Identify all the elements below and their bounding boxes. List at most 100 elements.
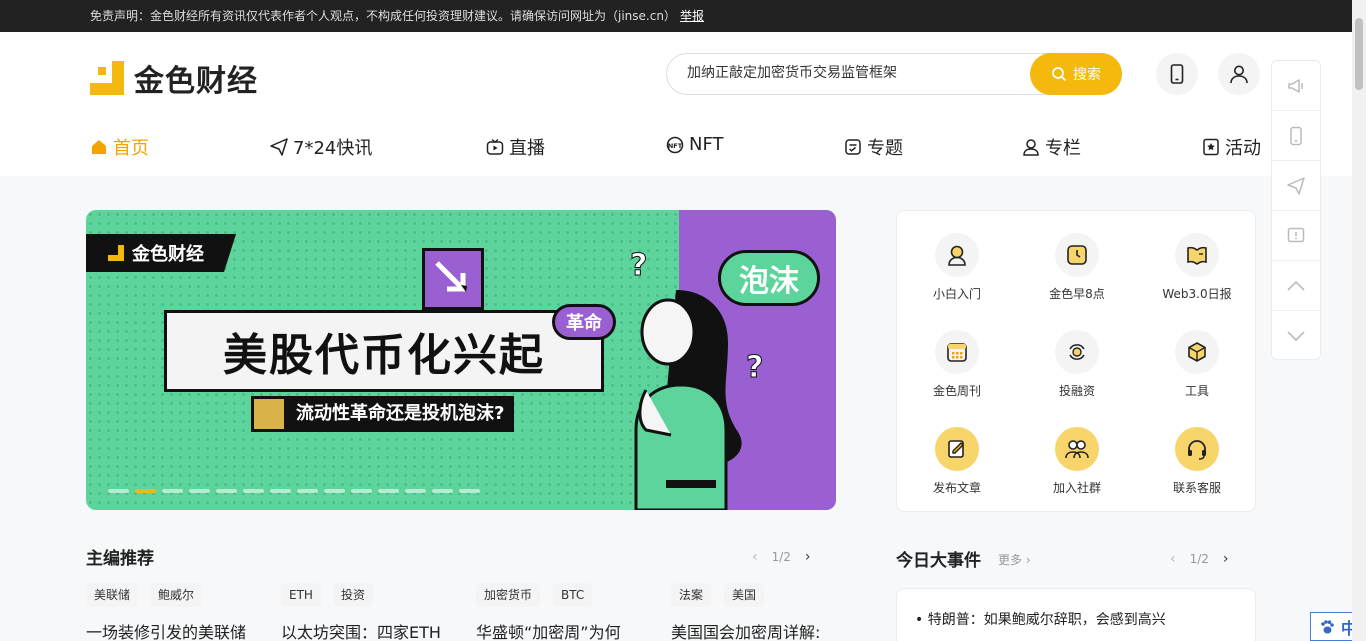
- today-events-title: 今日大事件: [896, 551, 981, 571]
- more-label: 更多: [998, 553, 1023, 567]
- card-tag[interactable]: 加密货币: [476, 583, 541, 607]
- banner-dot[interactable]: [297, 489, 318, 493]
- nav-topics[interactable]: 专题: [844, 134, 903, 160]
- telegram-button[interactable]: [1272, 161, 1320, 211]
- mobile-button[interactable]: [1272, 111, 1320, 161]
- user-login-button[interactable]: [1218, 53, 1260, 95]
- site-header: 金色财经 搜索 首页 7*24快讯 直播 NFT NFT: [0, 32, 1352, 176]
- quick-link-weekly[interactable]: 金色周刊: [907, 330, 1007, 399]
- banner-dot[interactable]: [216, 489, 237, 493]
- home-icon: [92, 140, 106, 154]
- mobile-app-button[interactable]: [1156, 53, 1198, 95]
- quick-link-community[interactable]: 加入社群: [1027, 427, 1127, 496]
- quick-link-investment[interactable]: 投融资: [1027, 330, 1127, 399]
- next-page-button[interactable]: ›: [1223, 551, 1229, 567]
- quick-link-tools[interactable]: 工具: [1147, 330, 1247, 399]
- card-tag[interactable]: 投资: [333, 583, 374, 607]
- floating-toolbar: [1271, 60, 1321, 360]
- banner-dot[interactable]: [243, 489, 264, 493]
- prev-page-button[interactable]: ‹: [1170, 551, 1176, 567]
- logo-text: 金色财经: [134, 64, 258, 99]
- banner-title: 美股代币化兴起: [164, 310, 604, 392]
- banner-gold-block: [251, 396, 287, 432]
- nav-flash-news[interactable]: 7*24快讯: [270, 134, 372, 160]
- banner-dot[interactable]: [432, 489, 453, 493]
- nav-nft[interactable]: NFT NFT: [666, 134, 724, 155]
- search-input[interactable]: [687, 64, 1017, 80]
- hero-banner[interactable]: 金色财经 美股代币化兴起 流动性革命还是投机泡沫? ? ? 泡沫 革命: [86, 210, 836, 510]
- report-link[interactable]: 举报: [680, 9, 704, 23]
- search-button[interactable]: 搜索: [1030, 53, 1122, 95]
- card-tag[interactable]: ETH: [281, 583, 321, 607]
- chevron-down-icon: [1287, 331, 1305, 342]
- card-title[interactable]: 华盛顿“加密周”为何: [476, 619, 621, 641]
- nav-home-label: 首页: [113, 138, 149, 159]
- card-title[interactable]: 美国国会加密周详解:: [671, 619, 820, 641]
- nav-live-label: 直播: [509, 138, 545, 159]
- banner-dot[interactable]: [351, 489, 372, 493]
- nav-columns[interactable]: 专栏: [1022, 134, 1081, 160]
- prev-page-button[interactable]: ‹: [752, 549, 758, 565]
- next-page-button[interactable]: ›: [805, 549, 811, 565]
- send-icon: [1287, 176, 1305, 195]
- card-title[interactable]: 一场装修引发的美联储: [86, 619, 246, 641]
- arrow-box-icon: [422, 248, 484, 310]
- card-tag[interactable]: 美联储: [86, 583, 139, 607]
- event-item[interactable]: • 特朗普：如果鲍威尔辞职，会感到高兴: [915, 609, 1166, 629]
- scrollbar-thumb[interactable]: [1355, 18, 1363, 90]
- quick-link-beginner[interactable]: 小白入门: [907, 233, 1007, 302]
- nav-events[interactable]: 活动: [1202, 134, 1261, 160]
- quick-link-support[interactable]: 联系客服: [1147, 427, 1247, 496]
- quick-link-label: 联系客服: [1172, 481, 1221, 495]
- quick-links-panel: 小白入门 金色早8点 Web3.0日报 金色周刊 投融资 工具 发布文章 加入社…: [896, 210, 1256, 512]
- banner-dot[interactable]: [108, 489, 129, 493]
- card-tag[interactable]: 美国: [724, 583, 765, 607]
- quick-link-morning[interactable]: 金色早8点: [1027, 233, 1127, 302]
- banner-dot[interactable]: [162, 489, 183, 493]
- page-scrollbar[interactable]: [1352, 0, 1366, 641]
- disclaimer-text: 免责声明：金色财经所有资讯仅代表作者个人观点，不构成任何投资理财建议。请确保访问…: [90, 9, 676, 23]
- feedback-button[interactable]: [1272, 211, 1320, 261]
- banner-dot[interactable]: [324, 489, 345, 493]
- quick-link-daily[interactable]: Web3.0日报: [1147, 233, 1247, 302]
- card-tag[interactable]: 法案: [671, 583, 712, 607]
- user-icon: [1230, 65, 1248, 84]
- banner-dot[interactable]: [378, 489, 399, 493]
- nav-live[interactable]: 直播: [486, 134, 545, 160]
- events-page-indicator: 1/2: [1189, 552, 1209, 566]
- nav-nft-label: NFT: [689, 134, 724, 155]
- events-more-link[interactable]: 更多 ›: [998, 551, 1031, 568]
- announcement-button[interactable]: [1272, 61, 1320, 111]
- banner-dot[interactable]: [405, 489, 426, 493]
- banner-dot[interactable]: [189, 489, 210, 493]
- phone-icon: [1170, 64, 1184, 84]
- scroll-top-button[interactable]: [1272, 261, 1320, 311]
- svg-text:NFT: NFT: [668, 142, 683, 150]
- nav-home[interactable]: 首页: [90, 134, 149, 160]
- quick-link-label: 小白入门: [932, 287, 981, 301]
- quick-link-label: Web3.0日报: [1162, 287, 1232, 301]
- user-guide-icon: [935, 233, 979, 277]
- headset-icon: [1175, 427, 1219, 471]
- card-tag[interactable]: BTC: [553, 583, 593, 607]
- feedback-icon: [1287, 227, 1305, 242]
- editor-picks-pager: ‹ 1/2 ›: [752, 549, 811, 565]
- quick-link-publish[interactable]: 发布文章: [907, 427, 1007, 496]
- card-tag[interactable]: 鲍威尔: [150, 583, 203, 607]
- clock-icon: [1055, 233, 1099, 277]
- card-title[interactable]: 以太坊突围：四家ETH: [281, 619, 441, 641]
- scroll-bottom-button[interactable]: [1272, 311, 1320, 361]
- editor-picks-page-indicator: 1/2: [771, 550, 791, 564]
- banner-dot[interactable]: [270, 489, 291, 493]
- banner-dot[interactable]: [459, 489, 480, 493]
- disclaimer-bar: 免责声明：金色财经所有资讯仅代表作者个人观点，不构成任何投资理财建议。请确保访问…: [0, 0, 1366, 32]
- quick-link-label: 金色周刊: [932, 384, 981, 398]
- site-logo[interactable]: 金色财经: [90, 56, 258, 100]
- column-icon: [1023, 139, 1039, 156]
- banner-dot[interactable]: [135, 489, 156, 493]
- banner-logo: 金色财经: [86, 234, 236, 272]
- paw-icon: [1321, 619, 1334, 633]
- nav-columns-label: 专栏: [1045, 138, 1081, 159]
- nav-events-label: 活动: [1225, 138, 1261, 159]
- nft-icon: NFT: [666, 136, 684, 153]
